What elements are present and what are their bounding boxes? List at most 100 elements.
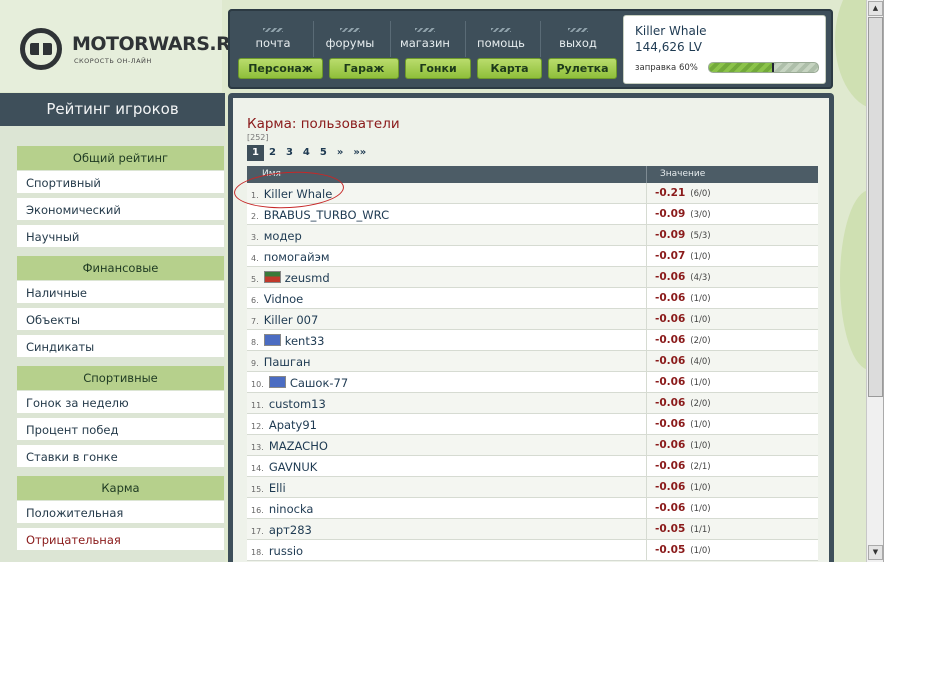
cell-value: -0.21 (6/0) (647, 183, 711, 203)
scrollbar-thumb[interactable] (868, 17, 883, 397)
player-name-link[interactable]: custom13 (269, 397, 326, 411)
page-next[interactable]: » (332, 145, 348, 161)
karma-value: -0.07 (655, 250, 686, 262)
page-link[interactable]: 3 (281, 145, 298, 161)
player-name-link[interactable]: модер (264, 229, 302, 243)
player-name-link[interactable]: Vidnoe (264, 292, 304, 306)
player-name-link[interactable]: Apaty91 (269, 418, 317, 432)
player-name-link[interactable]: MAZACHO (269, 439, 328, 453)
nav-link-label: помощь (477, 36, 525, 50)
karma-value: -0.06 (655, 397, 686, 409)
browser-viewport: MOTORWARS.RU СКОРОСТЬ ОН-ЛАЙН почта фору… (0, 0, 884, 562)
cell-value: -0.09 (5/3) (647, 225, 711, 245)
cell-name: 13. MAZACHO (247, 435, 647, 455)
cell-name: 4. помогайэм (247, 246, 647, 266)
player-name-link[interactable]: Killer 007 (264, 313, 319, 327)
sidebar-item-negative[interactable]: Отрицательная (17, 528, 224, 552)
nav-link-logout[interactable]: выход (543, 28, 613, 50)
cell-name: 16. ninocka (247, 498, 647, 518)
sidebar-item-win-percent[interactable]: Процент побед (17, 418, 224, 442)
cell-value: -0.06 (1/0) (647, 477, 711, 497)
sidebar-item-positive[interactable]: Положительная (17, 501, 224, 525)
karma-value: -0.06 (655, 271, 686, 283)
nav-link-label: магазин (400, 36, 450, 50)
rank-number: 12. (251, 422, 264, 431)
username[interactable]: Killer Whale (635, 24, 707, 38)
nav-link-mail[interactable]: почта (238, 28, 308, 50)
player-name-link[interactable]: помогайэм (264, 250, 330, 264)
page-link[interactable]: 5 (315, 145, 332, 161)
sidebar-item-objects[interactable]: Объекты (17, 308, 224, 332)
sidebar-item-science[interactable]: Научный (17, 225, 224, 249)
rank-number: 3. (251, 233, 259, 242)
fuel-progress-fill (709, 63, 775, 72)
pagination: 1 2 3 4 5 » »» (247, 145, 371, 161)
nav-link-label: почта (255, 36, 291, 50)
player-name-link[interactable]: russio (269, 544, 303, 558)
sidebar-item-syndicates[interactable]: Синдикаты (17, 335, 224, 359)
cell-name: 15. Elli (247, 477, 647, 497)
karma-value: -0.06 (655, 418, 686, 430)
player-name-link[interactable]: Пашган (264, 355, 311, 369)
vote-count: (3/0) (690, 210, 711, 220)
nav-button-garage[interactable]: Гараж (329, 58, 399, 79)
sidebar-item-economic[interactable]: Экономический (17, 198, 224, 222)
column-header-value[interactable]: Значение (647, 166, 705, 183)
player-name-link[interactable]: kent33 (285, 334, 325, 348)
fuel-label: заправка 60% (635, 63, 698, 73)
player-name-link[interactable]: BRABUS_TURBO_WRC (264, 208, 389, 222)
sidebar-item-races-week[interactable]: Гонок за неделю (17, 391, 224, 415)
logo-mark-icon (20, 28, 62, 70)
page-link-current[interactable]: 1 (247, 145, 264, 161)
fuel-progress-bar (708, 62, 819, 73)
vote-count: (1/0) (690, 504, 711, 514)
nav-button-character[interactable]: Персонаж (238, 58, 323, 79)
nav-link-help[interactable]: помощь (466, 28, 536, 50)
karma-value: -0.06 (655, 439, 686, 451)
cell-name: 10. Сашок-77 (247, 372, 647, 392)
table-row: 3. модер -0.09 (5/3) (247, 225, 818, 246)
vote-count: (5/3) (690, 231, 711, 241)
cell-value: -0.05 (1/1) (647, 519, 711, 539)
nav-button-map[interactable]: Карта (477, 58, 542, 79)
player-name-link[interactable]: apт283 (269, 523, 312, 537)
table-row: 9. Пашган -0.06 (4/0) (247, 351, 818, 372)
rank-number: 9. (251, 359, 259, 368)
player-name-link[interactable]: Elli (269, 481, 286, 495)
cell-name: 18. russio (247, 540, 647, 560)
cell-value: -0.07 (1/0) (647, 246, 711, 266)
hatch-icon (415, 28, 435, 32)
scroll-up-icon[interactable]: ▲ (868, 1, 883, 16)
player-name-link[interactable]: zeusmd (285, 271, 330, 285)
vote-count: (1/1) (690, 525, 711, 535)
nav-button-roulette[interactable]: Рулетка (548, 58, 617, 79)
page-last[interactable]: »» (348, 145, 371, 161)
player-name-link[interactable]: ninocka (269, 502, 314, 516)
karma-value: -0.06 (655, 376, 686, 388)
hatch-icon (263, 28, 283, 32)
nav-link-shop[interactable]: магазин (390, 28, 460, 50)
page-link[interactable]: 4 (298, 145, 315, 161)
site-logo[interactable]: MOTORWARS.RU СКОРОСТЬ ОН-ЛАЙН (0, 0, 246, 92)
cell-value: -0.06 (1/0) (647, 435, 711, 455)
nav-link-forums[interactable]: форумы (315, 28, 385, 50)
sidebar-item-race-bets[interactable]: Ставки в гонке (17, 445, 224, 469)
table-row: 5. zeusmd -0.06 (4/3) (247, 267, 818, 288)
nav-button-races[interactable]: Гонки (405, 58, 471, 79)
hatch-icon (568, 28, 588, 32)
table-row: 16. ninocka -0.06 (1/0) (247, 498, 818, 519)
vote-count: (2/1) (690, 462, 711, 472)
vertical-scrollbar[interactable]: ▲ ▼ (866, 0, 883, 562)
karma-value: -0.05 (655, 544, 686, 556)
vote-count: (6/0) (690, 189, 711, 199)
sidebar-heading: Карма (17, 476, 224, 500)
karma-value: -0.06 (655, 292, 686, 304)
rank-number: 15. (251, 485, 264, 494)
page-link[interactable]: 2 (264, 145, 281, 161)
player-name-link[interactable]: GAVNUK (269, 460, 317, 474)
karma-value: -0.06 (655, 334, 686, 346)
sidebar-item-cash[interactable]: Наличные (17, 281, 224, 305)
sidebar-item-sport[interactable]: Спортивный (17, 171, 224, 195)
scroll-down-icon[interactable]: ▼ (868, 545, 883, 560)
player-name-link[interactable]: Сашок-77 (290, 376, 348, 390)
